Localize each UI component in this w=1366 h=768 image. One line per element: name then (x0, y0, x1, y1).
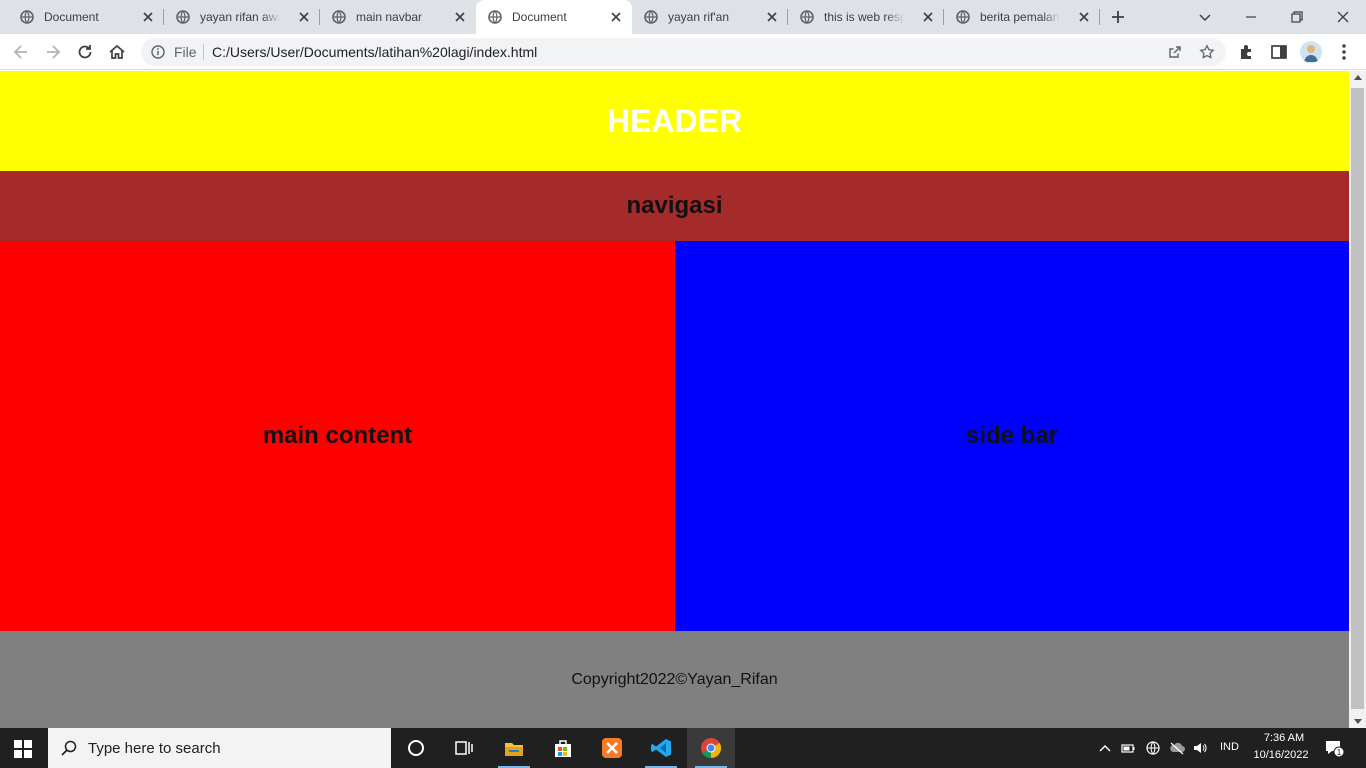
page-viewport: HEADER navigasi main content side bar Co… (0, 71, 1349, 728)
taskbar-search-placeholder: Type here to search (88, 740, 221, 757)
tab-strip: Document yayan rifan awalu main navbar D… (0, 0, 1366, 34)
tab-title: Document (512, 10, 567, 24)
page-footer: Copyright2022©Yayan_Rifan (0, 631, 1349, 728)
main-content-section: main content (0, 241, 675, 631)
info-icon[interactable] (151, 45, 165, 59)
browser-tab-4-active[interactable]: Document (476, 0, 632, 34)
header-text: HEADER (606, 102, 743, 139)
share-icon[interactable] (1167, 44, 1183, 60)
close-icon[interactable] (1078, 11, 1090, 23)
address-bar[interactable]: File C:/Users/User/Documents/latihan%20l… (141, 38, 1226, 66)
windows-taskbar: Type here to search IND 7:36 AM 10/16/20… (0, 728, 1366, 768)
search-icon (61, 740, 77, 756)
input-language-indicator[interactable]: IND (1220, 741, 1239, 753)
tab-title: yayan rif'an (668, 10, 729, 24)
extensions-puzzle-icon[interactable] (1237, 42, 1257, 62)
taskbar-file-explorer[interactable] (490, 728, 538, 768)
tab-title: Document (44, 10, 99, 24)
battery-icon[interactable] (1120, 740, 1136, 756)
task-view-icon (455, 741, 473, 755)
footer-copyright-text: Copyright2022©Yayan_Rifan (571, 670, 778, 688)
taskbar-cortana[interactable] (392, 728, 440, 768)
file-explorer-icon (505, 743, 523, 756)
browser-tab-2[interactable]: yayan rifan awalu (164, 0, 320, 34)
taskbar-vscode[interactable] (637, 728, 685, 768)
scroll-up-arrow-icon[interactable] (1354, 75, 1362, 80)
navigation-text: navigasi (626, 192, 723, 219)
back-arrow-icon[interactable] (11, 42, 31, 62)
vertical-scrollbar[interactable] (1349, 71, 1366, 728)
reload-icon[interactable] (75, 42, 95, 62)
globe-icon (20, 10, 34, 24)
windows-start-icon[interactable] (14, 740, 32, 758)
taskbar-xampp[interactable] (588, 728, 636, 768)
close-icon[interactable] (922, 11, 934, 23)
onedrive-cloud-icon[interactable] (1169, 740, 1185, 756)
sidebar-section: side bar (675, 241, 1349, 631)
minimize-icon[interactable] (1239, 5, 1263, 29)
taskbar-chrome[interactable] (687, 728, 735, 768)
browser-tab-6[interactable]: this is web respo (788, 0, 944, 34)
close-icon[interactable] (142, 11, 154, 23)
notification-count-badge: 1 (1337, 748, 1342, 757)
page-navigation: navigasi (0, 171, 1349, 241)
tab-separator (1099, 9, 1100, 25)
window-close-icon[interactable] (1331, 5, 1355, 29)
cortana-icon (408, 740, 424, 756)
address-url[interactable]: C:/Users/User/Documents/latihan%20lagi/i… (212, 45, 537, 59)
bookmark-star-icon[interactable] (1199, 44, 1215, 60)
microsoft-store-icon (555, 740, 571, 757)
side-panel-icon[interactable] (1269, 42, 1289, 62)
clock-date[interactable]: 10/16/2022 (1250, 749, 1312, 762)
sidebar-text: side bar (965, 422, 1059, 449)
scrollbar-thumb[interactable] (1351, 88, 1364, 709)
address-scheme-label: File (174, 44, 197, 60)
home-icon[interactable] (107, 42, 127, 62)
close-icon[interactable] (766, 11, 778, 23)
notification-center-icon[interactable]: 1 (1324, 738, 1344, 758)
show-hidden-icons-chevron-up-icon[interactable] (1097, 740, 1113, 756)
globe-icon (488, 10, 502, 24)
chrome-icon (701, 738, 722, 759)
globe-icon (176, 10, 190, 24)
restore-icon[interactable] (1285, 5, 1309, 29)
forward-arrow-icon[interactable] (43, 42, 63, 62)
more-menu-icon[interactable] (1334, 42, 1354, 62)
browser-tab-7[interactable]: berita pemalang (944, 0, 1100, 34)
scroll-down-arrow-icon[interactable] (1354, 719, 1362, 724)
browser-tab-3[interactable]: main navbar (320, 0, 476, 34)
profile-avatar[interactable] (1300, 41, 1322, 63)
page-header: HEADER (0, 71, 1349, 171)
profile-avatar-icon (1304, 45, 1318, 62)
vscode-icon (651, 739, 671, 757)
globe-icon (332, 10, 346, 24)
tab-title: main navbar (356, 10, 423, 24)
xampp-icon (602, 738, 622, 758)
browser-tab-5[interactable]: yayan rif'an (632, 0, 788, 34)
main-content-text: main content (262, 422, 413, 449)
tab-title: this is web respo (824, 10, 904, 24)
clock-time[interactable]: 7:36 AM (1258, 732, 1310, 745)
taskbar-microsoft-store[interactable] (539, 728, 587, 768)
tab-title: berita pemalang (980, 10, 1060, 24)
globe-icon (956, 10, 970, 24)
new-tab-plus-icon[interactable] (1110, 9, 1126, 25)
taskbar-search-box[interactable]: Type here to search (48, 728, 391, 768)
tab-search-chevron-down-icon[interactable] (1193, 5, 1217, 29)
close-icon[interactable] (610, 11, 622, 23)
network-globe-icon[interactable] (1145, 740, 1161, 756)
volume-speaker-icon[interactable] (1192, 740, 1208, 756)
globe-icon (800, 10, 814, 24)
close-icon[interactable] (454, 11, 466, 23)
globe-icon (644, 10, 658, 24)
taskbar-task-view[interactable] (440, 728, 488, 768)
tab-title: yayan rifan awalu (200, 10, 280, 24)
close-icon[interactable] (298, 11, 310, 23)
address-divider (203, 44, 204, 60)
browser-tab-1[interactable]: Document (8, 0, 164, 34)
